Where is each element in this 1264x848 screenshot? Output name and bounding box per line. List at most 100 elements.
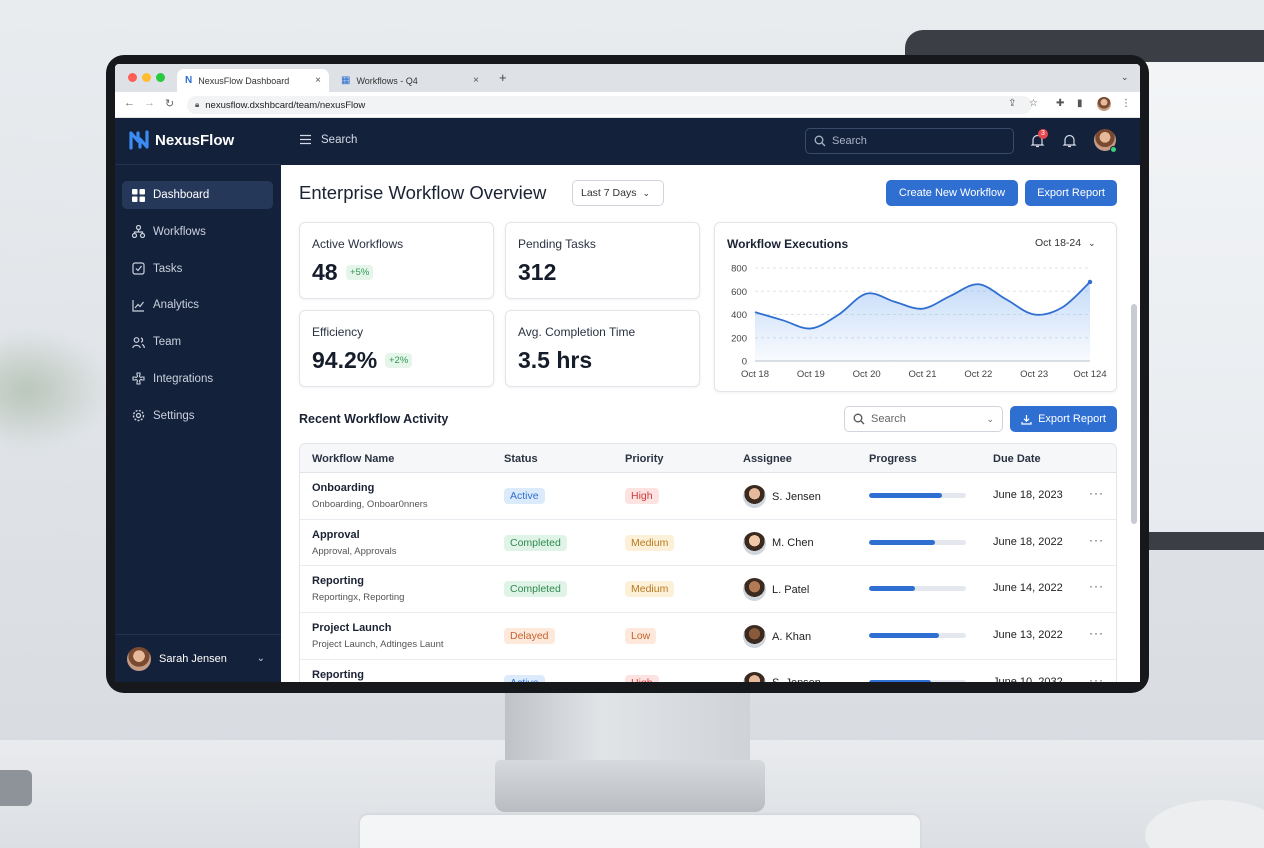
table-row[interactable]: Reporting Active High S. Jensen June 10, 203… — [300, 660, 1116, 682]
priority-badge: Low — [625, 628, 657, 645]
x-tick-label: Oct 124 — [1073, 369, 1106, 380]
browser-menu-icon[interactable]: ⋮ — [1121, 98, 1131, 109]
background-monitor-screen — [1140, 62, 1264, 532]
forward-arrow-icon[interactable]: → — [144, 97, 155, 109]
tab-list-chevron-down-icon[interactable]: ⌄ — [1121, 72, 1129, 83]
assignee-name: L. Patel — [772, 583, 810, 596]
column-header-workflow-name[interactable]: Workflow Name — [312, 453, 394, 465]
desk-device — [0, 770, 32, 806]
search-input[interactable]: Search — [805, 128, 1014, 154]
url-text: nexusflow.dxshbcard/team/nexusFlow — [205, 99, 366, 111]
user-menu[interactable]: Sarah Jensen ⌄ — [115, 634, 281, 682]
extensions-icon[interactable]: ✚ — [1056, 98, 1064, 109]
table-row[interactable]: Approval Approval, Approvals Completed Medi… — [300, 520, 1116, 567]
tab-close-icon[interactable]: × — [315, 75, 321, 86]
kpi-label: Pending Tasks — [518, 237, 596, 251]
column-header-assignee[interactable]: Assignee — [743, 453, 792, 465]
column-header-progress[interactable]: Progress — [869, 453, 917, 465]
url-bar[interactable]: 🔒︎ nexusflow.dxshbcard/team/nexusFlow — [187, 96, 1032, 114]
sidebar-item-analytics[interactable]: Analytics — [122, 291, 273, 319]
assignee[interactable]: L. Patel — [743, 578, 810, 602]
progress-fill — [869, 679, 932, 682]
sidebar-item-integrations[interactable]: Integrations — [122, 365, 273, 393]
row-more-options-icon[interactable]: ··· — [1089, 579, 1104, 593]
reload-icon[interactable]: ↻ — [165, 97, 174, 110]
status-badge: Delayed — [504, 628, 555, 645]
page-scrollbar[interactable] — [1131, 304, 1137, 524]
window-zoom-button[interactable] — [156, 73, 165, 82]
brand-logo[interactable]: NexusFlow — [129, 130, 234, 150]
kpi-value: 94.2% — [312, 347, 378, 373]
workflow-subtitle: Reportingx, Reporting — [312, 592, 405, 604]
nexusflow-favicon-icon: N — [185, 75, 193, 86]
sidebar-nav: Dashboard Workflows Tasks Analytics Team — [122, 181, 273, 439]
sidebar-item-label: Settings — [153, 409, 195, 422]
share-icon[interactable]: ⇪ — [1008, 98, 1016, 109]
table-row[interactable]: Onboarding Onboarding, Onboar0nners Active… — [300, 473, 1116, 520]
main-content: Enterprise Workflow Overview Last 7 Days… — [281, 165, 1140, 682]
topbar-search-label[interactable]: Search — [321, 134, 357, 146]
search-placeholder: Search — [871, 413, 906, 425]
workflow-name[interactable]: Approval — [312, 529, 360, 541]
tab-nexusflow-dashboard[interactable]: N NexusFlow Dashboard × — [177, 69, 329, 92]
due-date: June 14, 2022 — [993, 582, 1063, 595]
assignee-name: S. Jensen — [772, 490, 821, 503]
tab-label: Workflows - Q4 — [356, 75, 418, 86]
row-more-options-icon[interactable]: ··· — [1089, 533, 1104, 547]
kpi-card-active-workflows: Active Workflows 48 +5% — [299, 222, 494, 299]
date-range-select[interactable]: Last 7 Days ⌄ — [572, 180, 664, 206]
workflow-name[interactable]: Onboarding — [312, 482, 374, 494]
sidebar-item-settings[interactable]: Settings — [122, 402, 273, 430]
sidebar-item-dashboard[interactable]: Dashboard — [122, 181, 273, 209]
browser-profile-avatar[interactable] — [1097, 97, 1111, 111]
table-row[interactable]: Reporting Reportingx, Reporting Completed M… — [300, 566, 1116, 614]
sidebar-item-workflows[interactable]: Workflows — [122, 218, 273, 246]
chevron-down-icon: ⌄ — [256, 653, 265, 664]
x-tick-label: Oct 21 — [909, 369, 937, 380]
y-tick-label: 400 — [731, 310, 747, 321]
team-icon — [132, 336, 145, 348]
kpi-delta-badge: +5% — [346, 265, 374, 280]
activity-table: Workflow Name Status Priority Assignee P… — [299, 443, 1117, 682]
column-header-priority[interactable]: Priority — [625, 453, 664, 465]
table-header: Workflow Name Status Priority Assignee P… — [300, 444, 1116, 473]
progress-bar — [869, 679, 966, 682]
tab-workflows-q4[interactable]: ▦ Workflows - Q4 × — [333, 69, 487, 92]
kpi-delta-badge: +2% — [385, 353, 413, 368]
workflow-name[interactable]: Reporting — [312, 669, 364, 681]
export-report-button[interactable]: Export Report — [1025, 180, 1117, 206]
table-search-input[interactable]: Search ⌄ — [844, 406, 1003, 432]
status-badge: Active — [504, 674, 545, 682]
sidebar-item-team[interactable]: Team — [122, 328, 273, 356]
new-tab-button[interactable]: + — [499, 70, 507, 85]
assignee[interactable]: S. Jensen — [743, 485, 821, 508]
workflow-executions-chart-card: Workflow Executions Oct 18-24 ⌄ 0 200 400 6… — [714, 222, 1117, 392]
assignee[interactable]: M. Chen — [743, 531, 814, 555]
alerts-bell-icon[interactable] — [1062, 133, 1077, 148]
window-close-button[interactable] — [128, 73, 137, 82]
search-placeholder: Search — [832, 135, 867, 147]
y-tick-label: 200 — [731, 333, 747, 344]
analytics-icon — [132, 299, 144, 312]
back-arrow-icon[interactable]: ← — [124, 97, 135, 109]
sidebar-panel-icon[interactable]: ▮ — [1077, 98, 1083, 109]
assignee[interactable]: S. Jensen — [743, 671, 821, 682]
bookmark-star-icon[interactable]: ☆ — [1029, 98, 1038, 109]
kpi-card-avg-completion-time: Avg. Completion Time 3.5 hrs — [505, 310, 700, 387]
row-more-options-icon[interactable]: ··· — [1089, 673, 1104, 682]
assignee[interactable]: A. Khan — [743, 625, 811, 649]
table-row[interactable]: Project Launch Project Launch, Adtinges L… — [300, 613, 1116, 660]
sidebar-item-tasks[interactable]: Tasks — [122, 255, 273, 283]
column-header-status[interactable]: Status — [504, 453, 538, 465]
tab-close-icon[interactable]: × — [473, 75, 479, 86]
row-more-options-icon[interactable]: ··· — [1089, 626, 1104, 640]
app: NexusFlow Dashboard Workflows Tasks Anal… — [115, 118, 1140, 682]
row-more-options-icon[interactable]: ··· — [1089, 486, 1104, 500]
window-minimize-button[interactable] — [142, 73, 151, 82]
create-workflow-button[interactable]: Create New Workflow — [886, 180, 1018, 206]
workflow-name[interactable]: Reporting — [312, 575, 364, 587]
workflow-name[interactable]: Project Launch — [312, 622, 391, 634]
column-header-due-date[interactable]: Due Date — [993, 453, 1041, 465]
hamburger-menu-icon[interactable] — [299, 133, 312, 146]
table-export-report-button[interactable]: Export Report — [1010, 406, 1117, 432]
